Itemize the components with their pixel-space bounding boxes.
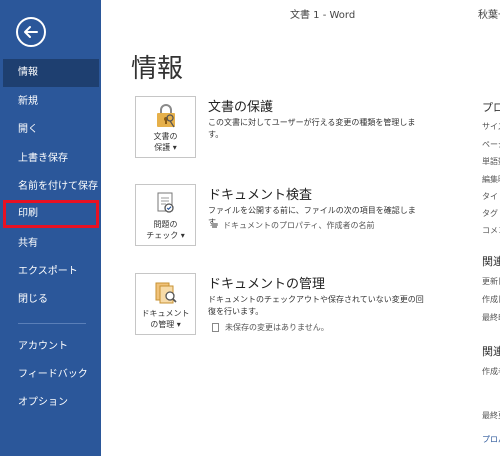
protect-document-button[interactable]: 文書の 保護 ▾ <box>135 96 196 158</box>
nav-save-as[interactable]: 名前を付けて保存 <box>0 173 101 201</box>
nav-share[interactable]: 共有 <box>0 230 101 258</box>
document-inspect-icon <box>154 191 178 221</box>
nav-options[interactable]: オプション <box>0 389 101 417</box>
nav-info[interactable]: 情報 <box>3 59 99 87</box>
manage-document-status-text: 未保存の変更はありません。 <box>225 323 329 332</box>
document-small-icon <box>212 323 219 332</box>
protect-document-heading: 文書の保護 <box>208 100 274 115</box>
document-title: 文書 1 - Word <box>290 10 356 21</box>
backstage-sidebar: 情報 新規 開く 上書き保存 名前を付けて保存 印刷 共有 エクスポート 閉じる… <box>0 0 101 456</box>
nav-save[interactable]: 上書き保存 <box>0 145 101 173</box>
related-dates-heading: 関連する日付 <box>482 255 500 268</box>
inspect-document-item-text: ドキュメントのプロパティ、作成者の名前 <box>223 221 375 230</box>
manage-document-button-label: ドキュメント の管理 ▾ <box>141 309 190 329</box>
people-author: 作成者 <box>482 367 500 376</box>
inspect-document-item: ドキュメントのプロパティ、作成者の名前 <box>212 220 375 231</box>
related-people-heading: 関連ユーザー <box>482 345 500 358</box>
properties-panel: プロパティ サイズ ページ数 単語数 編集時間 タイトル タグ コメント 関連す… <box>482 0 500 456</box>
page-title: 情報 <box>131 54 184 84</box>
title-bar: 文書 1 - Word 秋葉一 <box>101 0 500 26</box>
prop-title: タイトル <box>482 192 500 201</box>
people-last-modified: 最終更新者 <box>482 411 500 420</box>
nav-close[interactable]: 閉じる <box>0 286 101 314</box>
prop-words: 単語数 <box>482 157 500 166</box>
back-arrow-icon[interactable] <box>16 17 46 47</box>
nav-export[interactable]: エクスポート <box>0 258 101 286</box>
prop-edit-time: 編集時間 <box>482 175 500 184</box>
check-for-issues-button-label: 問題の チェック ▾ <box>146 220 185 240</box>
manage-document-heading: ドキュメントの管理 <box>208 277 326 292</box>
nav-open[interactable]: 開く <box>0 116 101 144</box>
manage-document-icon <box>154 280 178 310</box>
protect-document-button-label: 文書の 保護 ▾ <box>153 132 178 152</box>
nav-new[interactable]: 新規 <box>0 88 101 116</box>
nav-print[interactable]: 印刷 <box>3 200 99 228</box>
manage-document-status: 未保存の変更はありません。 <box>212 322 329 333</box>
properties-heading[interactable]: プロパティ <box>482 99 500 115</box>
date-printed: 最終印刷日 <box>482 313 500 322</box>
show-all-properties-link[interactable]: プロパティをすべて表示 <box>482 434 500 445</box>
check-for-issues-button[interactable]: 問題の チェック ▾ <box>135 184 196 246</box>
prop-tags: タグ <box>482 209 498 218</box>
protect-document-description: この文書に対してユーザーが行える変更の種類を管理します。 <box>208 118 416 139</box>
date-created: 作成日時 <box>482 295 500 304</box>
nav-account[interactable]: アカウント <box>0 333 101 361</box>
nav-divider <box>18 323 86 324</box>
manage-document-button[interactable]: ドキュメント の管理 ▾ <box>135 273 196 335</box>
manage-document-description: ドキュメントのチェックアウトや保存されていない変更の回復を行います。 <box>208 295 424 316</box>
nav-feedback[interactable]: フィードバック <box>0 361 101 389</box>
inspect-document-heading: ドキュメント検査 <box>208 188 313 203</box>
prop-comments: コメント <box>482 226 500 235</box>
prop-size: サイズ <box>482 122 500 131</box>
bullet-icon <box>212 223 217 228</box>
date-modified: 更新日時 <box>482 277 500 286</box>
prop-pages: ページ数 <box>482 140 500 149</box>
lock-key-icon <box>154 103 178 133</box>
